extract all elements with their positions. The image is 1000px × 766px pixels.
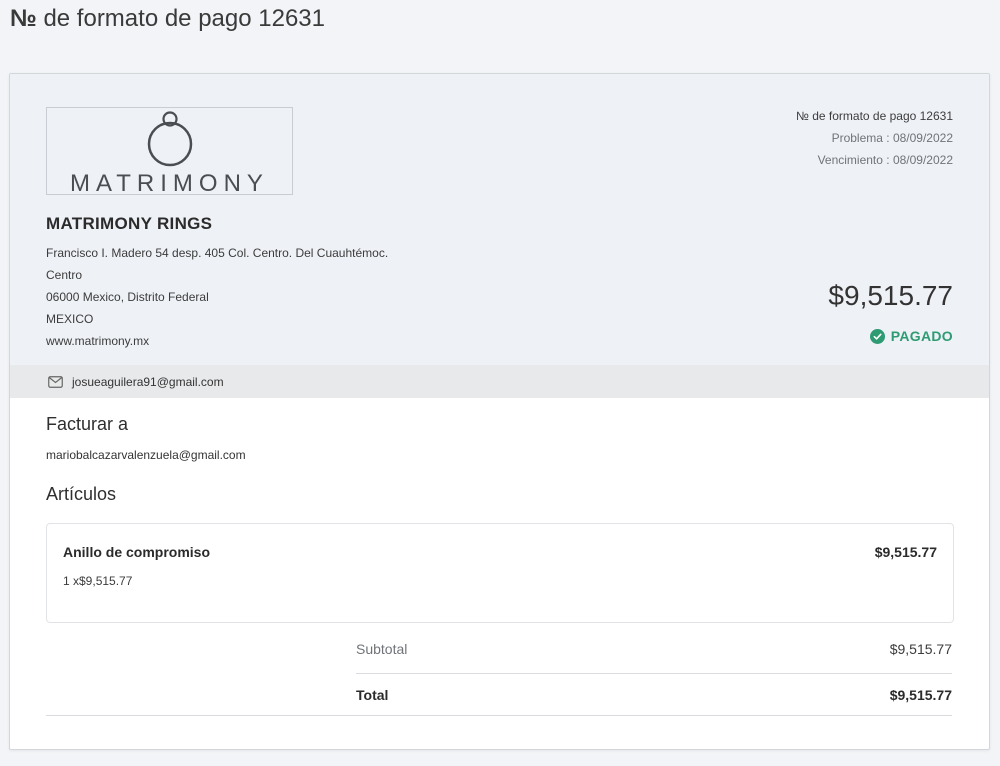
- item-name: Anillo de compromiso: [63, 544, 211, 560]
- invoice-header: MATRIMONY MATRIMONY RINGS Francisco I. M…: [10, 74, 989, 365]
- item-price: $9,515.77: [874, 544, 937, 560]
- address-line: 06000 Mexico, Distrito Federal: [46, 290, 209, 304]
- sender-email[interactable]: josueaguilera91@gmail.com: [72, 375, 224, 389]
- address-line: Centro: [46, 268, 83, 282]
- company-logo: MATRIMONY: [46, 107, 293, 197]
- total-label: Total: [356, 687, 389, 703]
- page-title: № de formato de pago 12631: [10, 5, 325, 33]
- bill-to-title: Facturar a: [46, 414, 129, 434]
- subtotal-label: Subtotal: [356, 641, 408, 657]
- status-badge: PAGADO: [869, 328, 953, 344]
- address-line: MEXICO: [46, 312, 94, 326]
- company-website: www.matrimony.mx: [46, 334, 150, 348]
- status-text: PAGADO: [890, 328, 953, 344]
- page-title-prefix: №: [10, 5, 37, 32]
- subtotal-row: Subtotal $9,515.77: [356, 635, 952, 665]
- bottom-divider: [46, 715, 952, 716]
- company-name: MATRIMONY RINGS: [46, 214, 213, 233]
- total-value: $9,515.77: [889, 687, 952, 703]
- item-quantity: 1 x$9,515.77: [63, 574, 133, 588]
- subtotal-value: $9,515.77: [889, 641, 952, 657]
- address-line: Francisco I. Madero 54 desp. 405 Col. Ce…: [46, 246, 389, 260]
- sender-email-bar: josueaguilera91@gmail.com: [10, 365, 989, 398]
- page-title-text: de formato de pago 12631: [43, 5, 325, 32]
- check-circle-icon: [869, 328, 885, 344]
- mail-icon: [48, 375, 63, 388]
- issue-date: Problema : 08/09/2022: [831, 131, 953, 145]
- total-row: Total $9,515.77: [356, 681, 952, 711]
- due-date: Vencimiento : 08/09/2022: [817, 153, 953, 167]
- summary-divider: [356, 673, 952, 674]
- logo-text: MATRIMONY: [70, 170, 269, 197]
- invoice-card: MATRIMONY MATRIMONY RINGS Francisco I. M…: [9, 73, 990, 750]
- invoice-amount: $9,515.77: [828, 280, 953, 311]
- invoice-number: № de formato de pago 12631: [796, 109, 953, 123]
- list-item: Anillo de compromiso $9,515.77 1 x$9,515…: [46, 523, 954, 623]
- ring-icon: [147, 111, 193, 167]
- items-title: Artículos: [46, 484, 117, 504]
- bill-to-email[interactable]: mariobalcazarvalenzuela@gmail.com: [46, 448, 246, 462]
